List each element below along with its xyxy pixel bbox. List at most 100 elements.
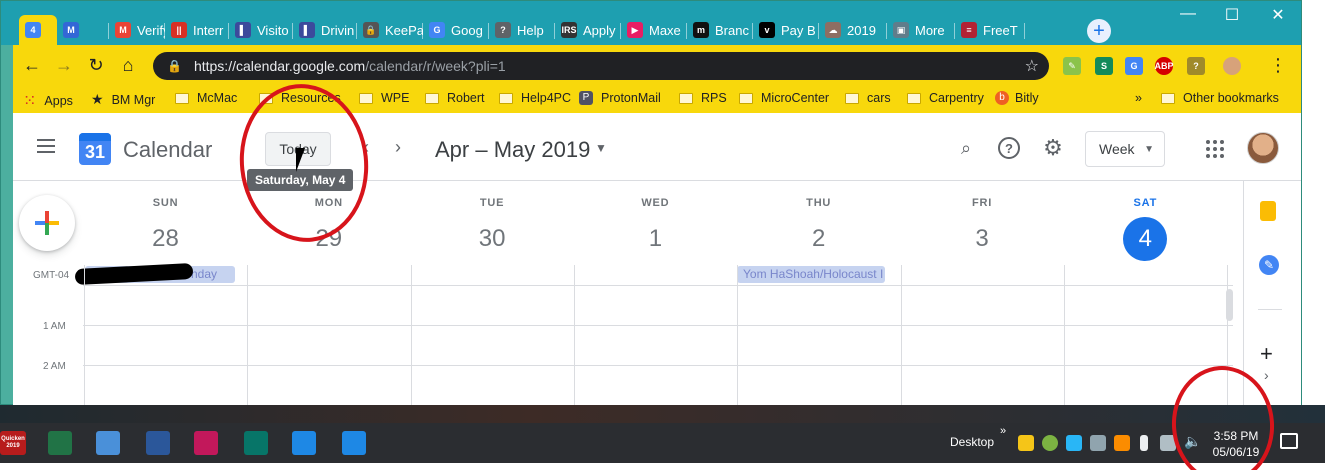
scrollbar-thumb[interactable] [1226, 289, 1233, 321]
view-select[interactable]: Week ▼ [1085, 131, 1165, 167]
tray-device-icon[interactable] [1090, 435, 1106, 451]
browser-tab[interactable]: IRS Apply [555, 15, 621, 45]
bookmark-item[interactable]: cars [845, 91, 891, 105]
notification-center-icon[interactable] [1280, 433, 1298, 449]
account-avatar[interactable] [1247, 132, 1279, 164]
new-tab-button[interactable]: + [1087, 19, 1111, 43]
day-number[interactable]: 1 [633, 217, 677, 261]
browser-tab[interactable]: || Interr [165, 15, 229, 45]
close-window-button[interactable]: ✕ [1263, 5, 1293, 25]
quicken-icon[interactable]: Quicken 2019 [0, 431, 26, 455]
browser-tab[interactable]: ≡ FreeT [955, 15, 1025, 45]
cloud-icon: ☁ [825, 22, 841, 38]
minimize-button[interactable]: — [1173, 5, 1203, 23]
bookmark-item[interactable]: b Bitly [995, 91, 1039, 105]
day-number[interactable]: 4 [1123, 217, 1168, 261]
day-number[interactable]: 30 [470, 217, 514, 261]
browser-tab[interactable]: ▣ More [887, 15, 955, 45]
image-viewer-icon[interactable] [96, 431, 120, 455]
create-event-button[interactable] [19, 195, 75, 251]
browser-tab[interactable]: M [57, 15, 109, 45]
bookmark-star-icon[interactable]: ☆ [1025, 56, 1039, 76]
cloud-upload-icon[interactable] [342, 431, 366, 455]
tab-label: KeePa [385, 22, 423, 38]
day-of-week: WED [641, 197, 670, 209]
bookmark-item[interactable]: Robert [425, 91, 485, 105]
main-menu-icon[interactable] [37, 139, 55, 153]
back-icon[interactable]: ← [21, 55, 43, 76]
tray-check-icon[interactable] [1042, 435, 1058, 451]
bookmark-flag-icon: ▌ [299, 22, 315, 38]
day-number[interactable]: 28 [144, 217, 188, 261]
bookmark-item[interactable]: WPE [359, 91, 409, 105]
hour-divider [83, 325, 1233, 326]
bookmark-item[interactable]: RPS [679, 91, 727, 105]
browser-tab[interactable]: ▌ Visito [229, 15, 293, 45]
settings-gear-icon[interactable]: ⚙ [1042, 135, 1064, 160]
browser-tab[interactable]: M Verify [109, 15, 165, 45]
feather-app-icon[interactable] [194, 431, 218, 455]
keep-icon[interactable] [1260, 201, 1276, 221]
bookmark-item[interactable]: ⁙ Apps [23, 91, 73, 111]
browser-tab[interactable]: v Pay B [753, 15, 819, 45]
expand-panel-icon[interactable]: › [1264, 367, 1269, 383]
browser-tab[interactable]: 🔒 KeePa [357, 15, 423, 45]
bookmarks-overflow-icon[interactable]: » [1135, 91, 1142, 105]
s-extension-icon[interactable]: S [1095, 57, 1113, 75]
translate-extension-icon[interactable]: G [1125, 57, 1143, 75]
desktop-toolbar-label[interactable]: Desktop [950, 435, 994, 449]
profile-avatar-icon[interactable] [1223, 57, 1241, 75]
tray-sync-icon[interactable] [1066, 435, 1082, 451]
toolbar-overflow-icon[interactable]: » [1000, 425, 1006, 437]
next-week-icon[interactable]: › [395, 137, 401, 158]
calendar-logo-icon[interactable]: 31 [79, 133, 111, 165]
day-of-week: TUE [479, 197, 505, 209]
date-range-title[interactable]: Apr – May 2019 [435, 137, 590, 163]
word-icon[interactable] [146, 431, 170, 455]
browser-tab[interactable]: G Goog [423, 15, 489, 45]
help-extension-icon[interactable]: ? [1187, 57, 1205, 75]
maximize-button[interactable]: ☐ [1217, 5, 1247, 25]
bookmark-item[interactable]: MicroCenter [739, 91, 829, 105]
all-day-event[interactable]: Yom HaShoah/Holocaust I [737, 266, 885, 283]
bookmark-item[interactable]: Help4PC [499, 91, 571, 105]
forward-icon[interactable]: → [53, 55, 75, 76]
day-number[interactable]: 3 [960, 217, 1004, 261]
side-panel-divider [1258, 309, 1282, 310]
search-icon[interactable]: ⌕ [955, 137, 977, 159]
help-icon[interactable]: ? [998, 137, 1020, 159]
tasks-icon[interactable]: ✎ [1259, 255, 1279, 275]
other-bookmarks[interactable]: Other bookmarks [1161, 91, 1279, 105]
bookmark-item[interactable]: P ProtonMail [579, 91, 661, 105]
day-number[interactable]: 2 [797, 217, 841, 261]
publisher-icon[interactable] [244, 431, 268, 455]
google-apps-icon[interactable] [1206, 140, 1224, 158]
browser-tab[interactable]: ? Help [489, 15, 555, 45]
timezone-label: GMT-04 [33, 270, 70, 281]
browser-tab[interactable]: m Branc [687, 15, 753, 45]
adblock-plus-icon[interactable]: ABP [1155, 57, 1174, 75]
add-addon-icon[interactable]: + [1260, 341, 1273, 367]
messenger-icon[interactable] [292, 431, 316, 455]
browser-tab[interactable]: ☁ 2019 [819, 15, 887, 45]
browser-tab[interactable]: ▌ Drivin [293, 15, 357, 45]
browser-tab[interactable]: ▶ Maxe [621, 15, 687, 45]
bookmark-item[interactable]: ★ BM Mgr [91, 91, 155, 108]
chevron-down-icon[interactable]: ▼ [595, 141, 607, 155]
browser-menu-icon[interactable]: ⋮ [1267, 55, 1289, 76]
bookmark-item[interactable]: Carpentry [907, 91, 984, 105]
app-title[interactable]: Calendar [123, 137, 212, 163]
home-icon[interactable]: ⌂ [117, 55, 139, 76]
hour-label: 2 AM [43, 361, 66, 372]
address-bar[interactable]: 🔒 https://calendar.google.com/calendar/r… [153, 52, 1049, 80]
reload-icon[interactable]: ↻ [85, 55, 107, 76]
taskbar: Desktop » 🔈 3:58 PM 05/06/19 Quicken 201… [0, 423, 1325, 463]
view-select-value: Week [1099, 141, 1135, 157]
usb-icon[interactable] [1140, 435, 1148, 451]
tray-pen-icon[interactable] [1114, 435, 1130, 451]
excel-icon[interactable] [48, 431, 72, 455]
browser-tab[interactable]: 4 [19, 15, 57, 45]
tray-app-icon[interactable] [1018, 435, 1034, 451]
leaf-extension-icon[interactable]: ✎ [1063, 57, 1081, 75]
bookmark-item[interactable]: McMac [175, 91, 237, 105]
